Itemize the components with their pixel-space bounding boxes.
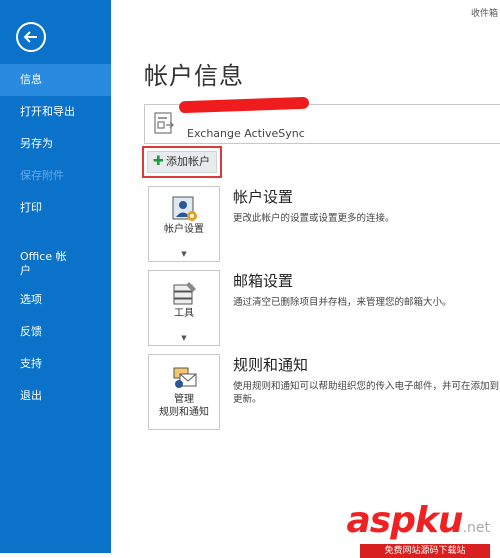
sidebar-item-save-attachments: 保存附件: [20, 169, 64, 182]
mailbox-tools-icon: [173, 282, 196, 305]
add-account-inner[interactable]: ✚ 添加帐户: [147, 151, 217, 173]
dropdown-caret-icon: ▼: [181, 334, 187, 342]
section-title: 规则和通知: [233, 356, 309, 374]
account-settings-tile[interactable]: 帐户设置 ▼: [148, 186, 220, 262]
tile-label: 帐户设置: [164, 224, 204, 235]
watermark-suffix: .net: [462, 520, 490, 536]
main-content: 收件箱 帐户信息 Exchange ActiveSync ✚ 添加帐户 帐户设置…: [111, 0, 500, 558]
dropdown-caret-icon: ▼: [181, 250, 187, 258]
account-selector[interactable]: Exchange ActiveSync: [144, 96, 500, 144]
sidebar-item-open-export[interactable]: 打开和导出: [0, 96, 111, 128]
mailbox-settings-section: 工具 ▼ 邮箱设置 通过清空已删除项目并存档，来管理您的邮箱大小。: [148, 270, 500, 348]
sidebar-item-print[interactable]: 打印: [0, 192, 111, 224]
section-description: 使用规则和通知可以帮助组织您的传入电子邮件，并可在添加到更新。: [233, 381, 500, 405]
add-account-button[interactable]: ✚ 添加帐户: [142, 146, 222, 178]
account-settings-section: 帐户设置 ▼ 帐户设置 更改此帐户的设置或设置更多的连接。: [148, 186, 500, 264]
tools-tile[interactable]: 工具 ▼: [148, 270, 220, 346]
rules-icon: [173, 367, 197, 388]
window-title-fragment: 收件箱: [470, 9, 498, 19]
user-gear-icon: [172, 196, 197, 221]
exchange-account-icon: [154, 112, 174, 134]
add-account-label: 添加帐户: [166, 155, 210, 168]
section-description: 更改此帐户的设置或设置更多的连接。: [233, 213, 395, 224]
sidebar-item-support[interactable]: 支持: [0, 348, 111, 380]
section-title: 邮箱设置: [233, 272, 294, 290]
sidebar-item-feedback[interactable]: 反馈: [0, 316, 111, 348]
sidebar-item-info[interactable]: 信息: [0, 64, 111, 96]
account-type-label: Exchange ActiveSync: [187, 127, 305, 140]
section-description: 通过清空已删除项目并存档，来管理您的邮箱大小。: [233, 297, 452, 308]
manage-rules-tile[interactable]: 管理 规则和通知: [148, 354, 220, 430]
sidebar-item-options[interactable]: 选项: [0, 284, 111, 316]
tile-label: 工具: [174, 308, 194, 319]
watermark-subtitle: 免费网站源码下载站: [360, 544, 490, 558]
backstage-sidebar: 信息 打开和导出 另存为 保存附件 打印 Office 帐户 选项 反馈 支持 …: [0, 0, 111, 553]
rules-alerts-section: 管理 规则和通知 规则和通知 使用规则和通知可以帮助组织您的传入电子邮件，并可在…: [148, 354, 500, 432]
page-title: 帐户信息: [144, 62, 244, 90]
watermark: aspku.net 免费网站源码下载站: [346, 500, 490, 558]
sidebar-item-exit[interactable]: 退出: [0, 380, 111, 412]
sidebar-item-save-as[interactable]: 另存为: [0, 128, 111, 160]
back-button[interactable]: [16, 22, 46, 52]
section-title: 帐户设置: [233, 188, 294, 206]
arrow-left-icon: [23, 31, 37, 43]
sidebar-item-office-account[interactable]: Office 帐户: [0, 242, 70, 284]
redacted-account-name: [178, 96, 310, 114]
tile-label-line2: 规则和通知: [159, 407, 209, 418]
plus-icon: ✚: [153, 154, 164, 169]
sidebar-nav: 信息 打开和导出 另存为 保存附件 打印 Office 帐户 选项 反馈 支持 …: [0, 64, 111, 412]
tile-label-line1: 管理: [174, 394, 194, 405]
watermark-brand: aspku: [346, 500, 464, 541]
